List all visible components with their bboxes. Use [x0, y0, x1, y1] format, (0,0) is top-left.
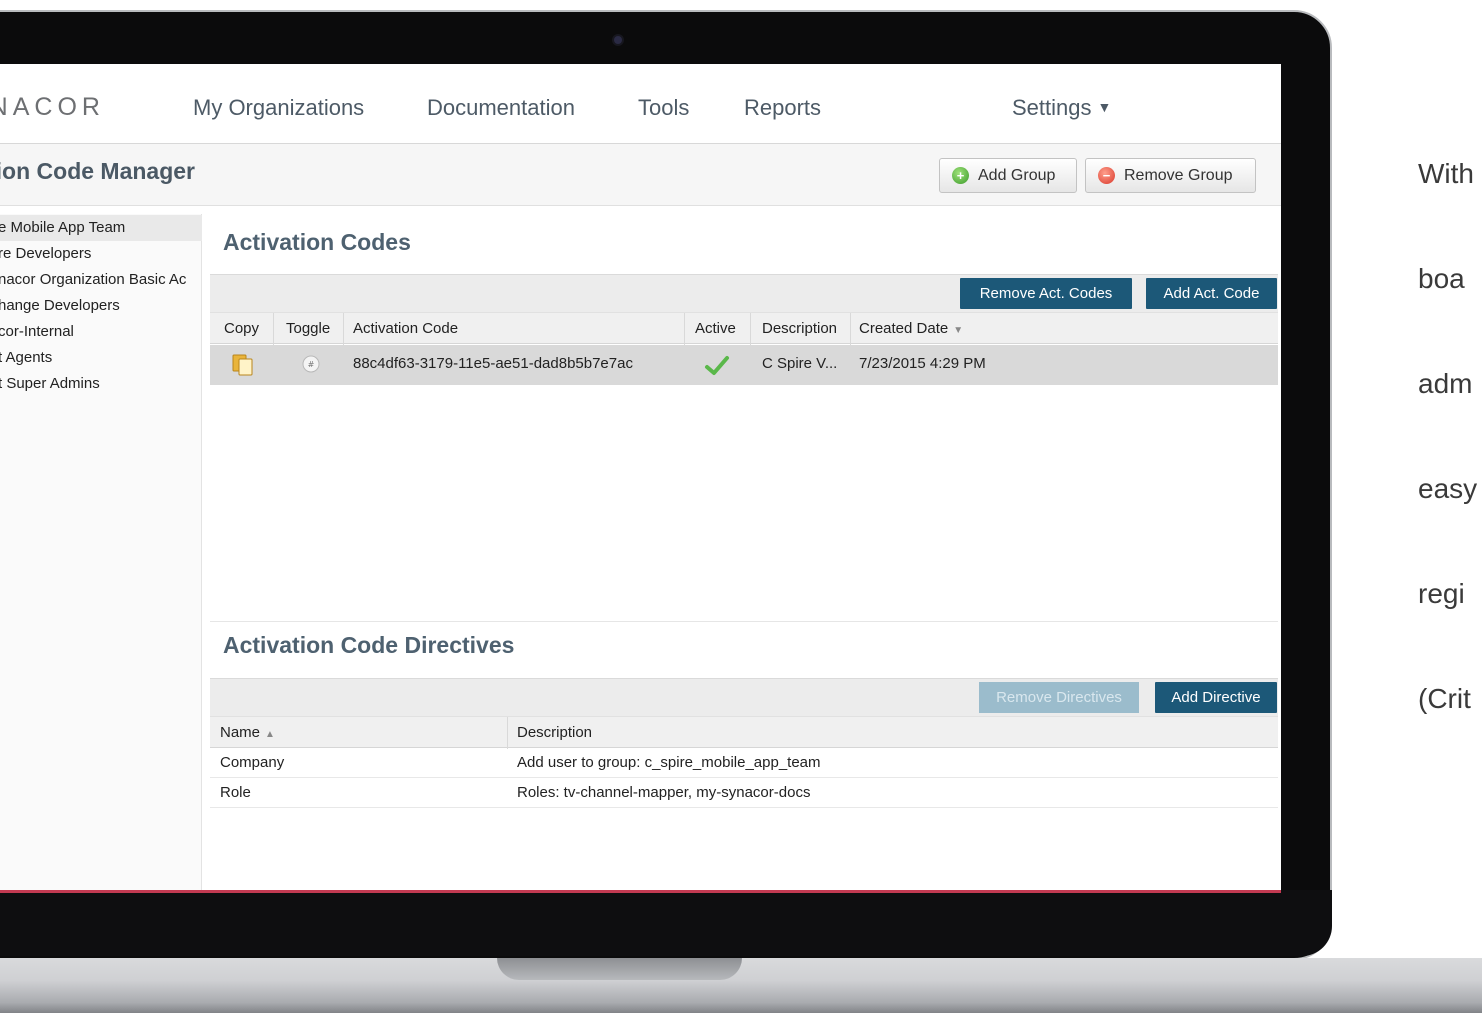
laptop-mockup: YNACOR My Organizations Documentation To… — [0, 0, 1482, 1013]
brand-logo[interactable]: YNACOR — [0, 93, 105, 122]
sidebar-item-group[interactable]: re Developers — [0, 241, 202, 267]
code-description: C Spire V... — [762, 355, 838, 372]
app-screen: YNACOR My Organizations Documentation To… — [0, 64, 1281, 893]
toggle-icon[interactable]: # — [302, 355, 320, 377]
directives-table-header: Name ▲ Description — [210, 716, 1278, 749]
col-copy[interactable]: Copy — [224, 320, 259, 337]
add-act-code-button[interactable]: Add Act. Code — [1146, 278, 1277, 309]
directives-toolbar: Remove Directives Add Directive — [210, 678, 1278, 716]
col-active[interactable]: Active — [695, 320, 736, 337]
svg-text:#: # — [308, 360, 315, 369]
col-description[interactable]: Description — [762, 320, 837, 337]
caption-line: easy — [1418, 473, 1478, 504]
name-label: Name — [220, 724, 261, 741]
nav-my-organizations[interactable]: My Organizations — [193, 95, 364, 121]
directive-description: Add user to group: c_spire_mobile_app_te… — [517, 754, 821, 771]
column-divider — [507, 717, 508, 749]
section-divider — [210, 621, 1278, 622]
add-group-button[interactable]: + Add Group — [939, 158, 1077, 193]
sidebar-item-group[interactable]: nacor Organization Basic Ac — [0, 267, 202, 293]
page-title: tion Code Manager — [0, 158, 196, 184]
sidebar-item-group[interactable]: t Agents — [0, 345, 202, 371]
plus-icon: + — [952, 167, 969, 184]
caption-line: adm — [1418, 368, 1473, 399]
nav-tools[interactable]: Tools — [638, 95, 689, 121]
codes-table-header: Copy Toggle Activation Code Active Descr… — [210, 312, 1278, 345]
screen-bottom-edge — [0, 890, 1281, 893]
chevron-down-icon: ▼ — [1097, 99, 1112, 115]
directive-name: Company — [220, 754, 285, 771]
camera-icon — [612, 34, 624, 46]
column-divider — [850, 313, 851, 345]
directives-title: Activation Code Directives — [223, 632, 515, 658]
directive-name: Role — [220, 784, 251, 801]
codes-toolbar: Remove Act. Codes Add Act. Code — [210, 274, 1278, 312]
remove-group-button[interactable]: − Remove Group — [1085, 158, 1256, 193]
nav-settings[interactable]: Settings ▼ — [1012, 95, 1111, 121]
group-sidebar: e Mobile App Team re Developers nacor Or… — [0, 214, 202, 893]
sidebar-item-group[interactable]: cor-Internal — [0, 319, 202, 345]
laptop-base — [0, 958, 1482, 1013]
activation-code-value: 88c4df63-3179-11e5-ae51-dad8b5b7e7ac — [353, 355, 633, 372]
sidebar-item-group[interactable]: t Super Admins — [0, 371, 202, 397]
code-created-date: 7/23/2015 4:29 PM — [859, 355, 986, 372]
column-divider — [273, 313, 274, 345]
col-toggle[interactable]: Toggle — [286, 320, 330, 337]
nav-reports[interactable]: Reports — [744, 95, 821, 121]
nav-documentation[interactable]: Documentation — [427, 95, 575, 121]
column-divider — [343, 313, 344, 345]
remove-group-label: Remove Group — [1124, 166, 1233, 184]
laptop-chin — [0, 890, 1332, 956]
minus-icon: − — [1098, 167, 1115, 184]
col-activation-code[interactable]: Activation Code — [353, 320, 458, 337]
sort-asc-icon: ▲ — [265, 729, 275, 740]
caption-line: regi — [1418, 578, 1465, 609]
laptop-notch — [497, 958, 742, 980]
col-created-date[interactable]: Created Date ▼ — [859, 320, 963, 337]
col-name[interactable]: Name ▲ — [220, 724, 275, 741]
checkmark-icon — [704, 354, 730, 380]
created-date-label: Created Date — [859, 320, 949, 337]
sidebar-item-group[interactable]: hange Developers — [0, 293, 202, 319]
sort-desc-icon: ▼ — [953, 325, 964, 336]
column-divider — [684, 313, 685, 345]
remove-directives-button[interactable]: Remove Directives — [979, 682, 1139, 713]
settings-label: Settings — [1012, 95, 1092, 120]
column-divider — [750, 313, 751, 345]
caption-line: boa — [1418, 263, 1465, 294]
add-group-label: Add Group — [978, 166, 1056, 184]
directive-row[interactable]: Company Add user to group: c_spire_mobil… — [210, 748, 1278, 778]
remove-act-codes-button[interactable]: Remove Act. Codes — [960, 278, 1132, 309]
main-panel: Activation Codes Remove Act. Codes Add A… — [210, 217, 1281, 893]
directive-row[interactable]: Role Roles: tv-channel-mapper, my-synaco… — [210, 778, 1278, 808]
activation-code-row[interactable]: # 88c4df63-3179-11e5-ae51-dad8b5b7e7ac C… — [210, 345, 1278, 385]
directive-description: Roles: tv-channel-mapper, my-synacor-doc… — [517, 784, 811, 801]
caption-line: (Crit — [1418, 683, 1471, 714]
add-directive-button[interactable]: Add Directive — [1155, 682, 1277, 713]
caption-line: With — [1418, 158, 1474, 189]
marketing-caption: With boa adm easy regi (Crit — [1418, 86, 1477, 786]
top-navigation: YNACOR My Organizations Documentation To… — [0, 64, 1281, 144]
sidebar-item-group[interactable]: e Mobile App Team — [0, 215, 202, 241]
copy-icon[interactable] — [232, 352, 254, 380]
activation-codes-title: Activation Codes — [223, 229, 411, 255]
col-directive-description[interactable]: Description — [517, 724, 592, 741]
